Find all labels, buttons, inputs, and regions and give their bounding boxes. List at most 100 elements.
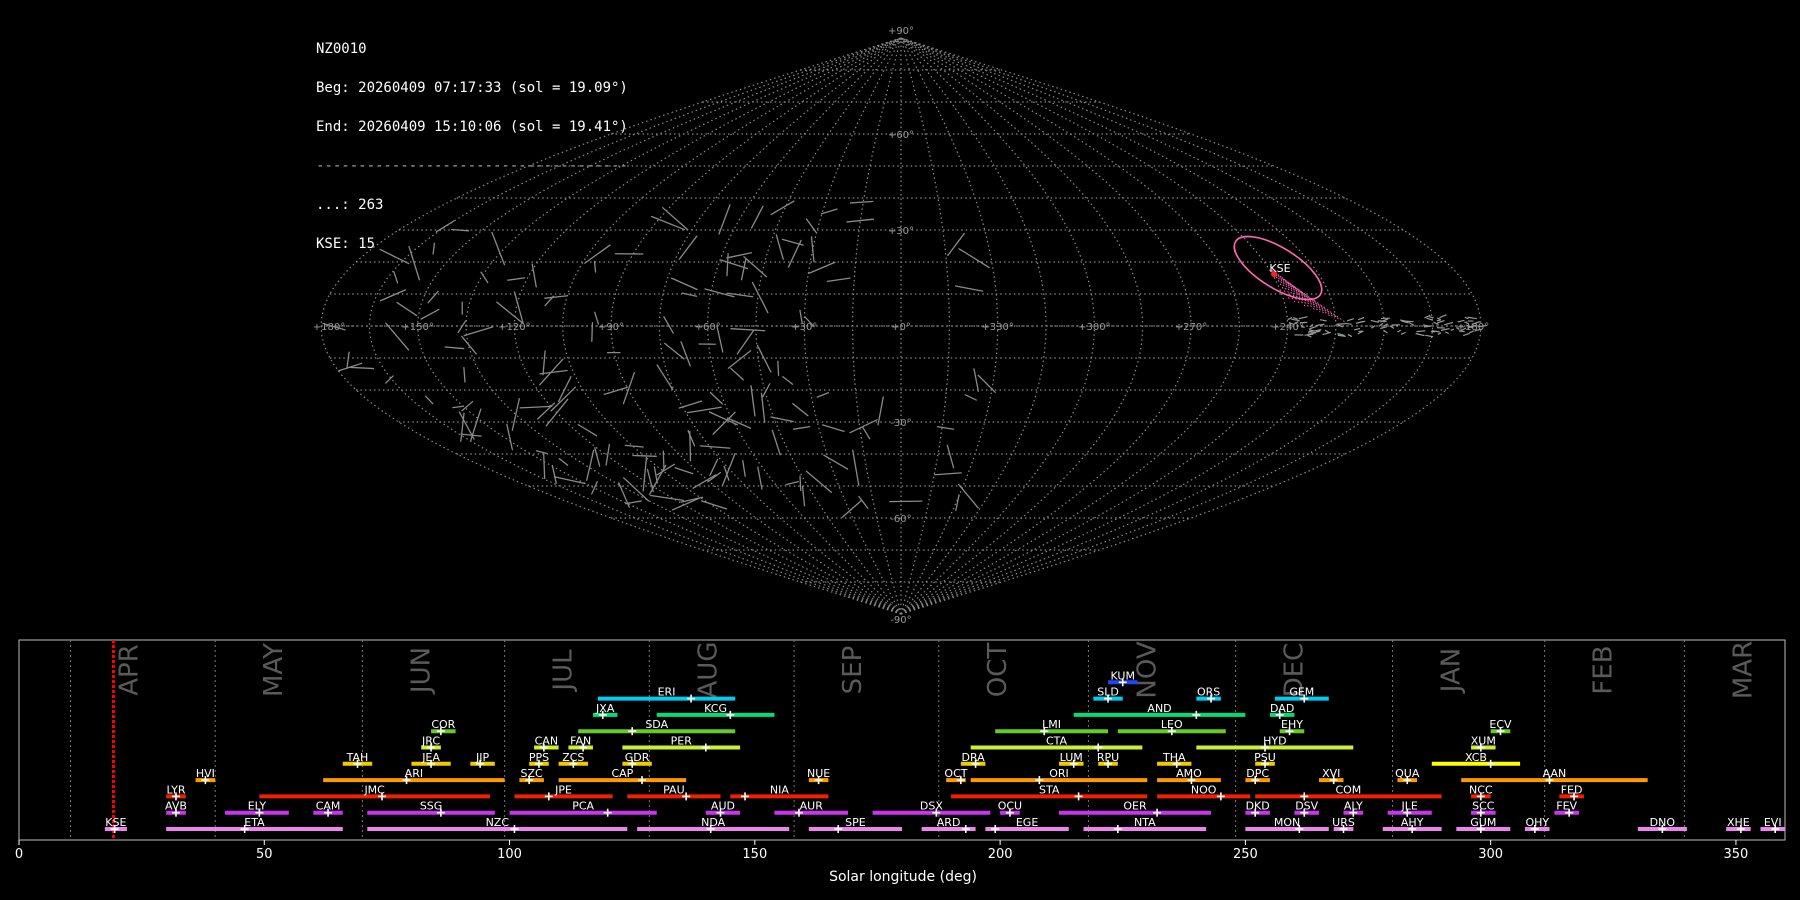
month-dividers: APR MAY JUN JUL AUG SEP OCT NOV DEC JAN FEB MAR [70, 640, 1758, 840]
meteor-trail [674, 467, 694, 475]
meteor-trail [551, 464, 557, 484]
meteor-trail [452, 405, 464, 409]
longitude-label: +30° [791, 322, 817, 333]
shower-label: ETA [244, 816, 265, 829]
shower-label: FED [1561, 783, 1583, 796]
meteor-trail [1416, 330, 1426, 333]
shower-label: MON [1274, 816, 1300, 829]
x-axis: 0 50 100 150 200 250 300 350 Solar longitude (de… [15, 840, 1748, 885]
month-label: APR [115, 644, 145, 696]
meteor-trail [936, 425, 955, 430]
meteor-trail [1450, 328, 1455, 331]
meteor-trail [1437, 332, 1442, 335]
meteor-trail [408, 245, 421, 281]
meteor-trail [519, 405, 553, 409]
meteor-trail [1307, 334, 1312, 338]
shower-label: GEM [1289, 686, 1314, 699]
shower-label: FAN [570, 735, 591, 748]
shower-label: DSV [1295, 800, 1318, 813]
meteor-trail [632, 454, 657, 457]
meteor-trail [947, 232, 965, 257]
x-axis-label: Solar longitude (deg) [829, 869, 977, 885]
shower-label: AUR [800, 800, 824, 813]
month-label: OCT [983, 643, 1013, 698]
shower-label: PSU [1254, 751, 1276, 764]
shower-label: JXA [595, 702, 615, 715]
shower-label: ZCS [562, 751, 584, 764]
shower-label: ARD [937, 816, 961, 829]
meteor-trail [709, 458, 719, 477]
meteor-trail [591, 322, 594, 342]
meteor-trail [650, 494, 685, 502]
meteor-trail [955, 494, 960, 512]
meteor-trail [957, 483, 979, 509]
meteor-trail [958, 248, 990, 269]
meteor-trail [1319, 319, 1327, 322]
meteor-trail [424, 395, 434, 405]
shower-label: GUM [1470, 816, 1496, 829]
meteor-trail [680, 341, 691, 367]
shower-bars: KSE ETA NZC NDA SPE ARD EGE NTA MON URS AHY GUM OHY D… [104, 669, 1785, 833]
meteor-trail [444, 346, 465, 350]
meteor-trail [810, 236, 815, 263]
latitude-label: +30° [888, 226, 914, 237]
meteor-trail [877, 396, 884, 426]
shower-label: LMI [1042, 718, 1061, 731]
meteor-trail [1347, 333, 1353, 338]
meteor-trail [543, 453, 546, 480]
meteor-trail [594, 447, 601, 467]
meteor-trail [584, 244, 611, 264]
latitude-label: -60° [890, 514, 911, 525]
shower-label: JEA [421, 751, 440, 764]
shower-label: AMO [1176, 767, 1202, 780]
meteor-trail [678, 400, 703, 409]
shower-label: STA [1039, 783, 1060, 796]
meteor-trail [506, 423, 514, 451]
meteor-trail [396, 301, 418, 317]
meteor-trail [463, 326, 494, 337]
x-tick-label: 250 [1233, 847, 1258, 862]
meteor-trail [799, 475, 802, 492]
meteor-trail [762, 383, 771, 398]
meteor-trail [463, 366, 466, 383]
shower-label: PCA [572, 800, 594, 813]
meteor-trail [1415, 332, 1425, 337]
meteor-trail [964, 394, 977, 401]
meteor-trail [743, 256, 767, 278]
shower-label: OCT [944, 767, 967, 780]
shower-label: KUM [1111, 669, 1135, 682]
meteor-trail [461, 335, 477, 355]
latitude-label: +90° [888, 26, 914, 37]
shower-label: DNO [1650, 816, 1676, 829]
shower-label: HVI [196, 767, 215, 780]
shower-label: ARI [405, 767, 423, 780]
meteor-trail [393, 271, 399, 284]
sky-map: +180° +150° +120° +90° +60° +30° +0° +330° +300°… [313, 26, 1489, 626]
meteor-trail [726, 417, 752, 429]
meteor-trail [603, 386, 628, 395]
meteor-trail [1397, 329, 1402, 333]
shower-label: ECV [1489, 718, 1512, 731]
x-tick-label: 0 [15, 847, 23, 862]
meteor-trail [1380, 326, 1387, 330]
meteor-trail [1353, 327, 1361, 331]
meteor-trail [648, 464, 667, 496]
month-label: JUL [549, 649, 579, 693]
meteor-trail [646, 468, 654, 493]
shower-label: LUM [1060, 751, 1083, 764]
meteor-trail [1292, 317, 1298, 320]
meteor-trail [1464, 316, 1469, 320]
meteor-trail [624, 444, 644, 448]
meteor-trail [686, 406, 722, 414]
shower-label: DKD [1246, 800, 1270, 813]
shower-label: ALY [1344, 800, 1363, 813]
longitude-label: +300° [1078, 322, 1110, 333]
x-tick-label: 200 [988, 847, 1013, 862]
meteor-trail [707, 471, 722, 483]
shower-label: JMC [363, 783, 385, 796]
shower-label: DRA [962, 751, 986, 764]
meteor-trail [427, 290, 439, 304]
shower-label: SLD [1097, 686, 1119, 699]
meteor-trail [1359, 320, 1366, 323]
x-tick-label: 50 [256, 847, 273, 862]
